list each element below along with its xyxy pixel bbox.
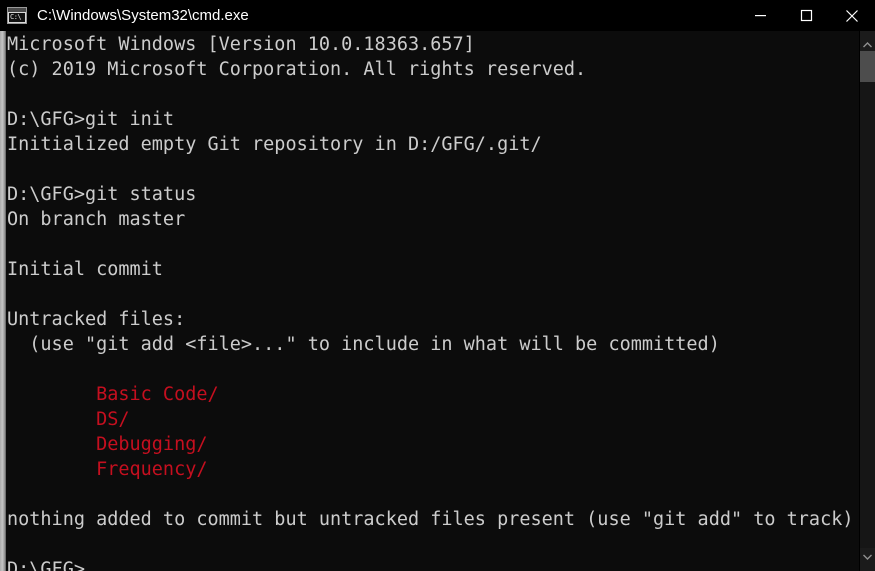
console-line: Debugging/ [7,434,208,455]
scrollbar-thumb[interactable] [860,51,875,82]
close-button[interactable] [829,0,875,31]
close-icon [846,9,858,22]
cmd-window: C:\ C:\Windows\System32\cmd.exe Microsof… [0,0,875,571]
console-line: D:\GFG> [7,559,85,571]
scroll-down-arrow-icon[interactable] [860,548,875,565]
console-output-area[interactable]: Microsoft Windows [Version 10.0.18363.65… [6,31,859,571]
console-line: Basic Code/ [7,384,219,405]
console-line: On branch master [7,209,186,230]
maximize-icon [800,9,812,22]
cmd-console-icon: C:\ [7,6,29,25]
console-line: Untracked files: [7,309,186,330]
console-line: Microsoft Windows [Version 10.0.18363.65… [7,34,475,55]
window-title: C:\Windows\System32\cmd.exe [37,7,249,24]
console-line: nothing added to commit but untracked fi… [7,509,854,530]
console-line: D:\GFG>git status [7,184,197,205]
minimize-button[interactable] [737,0,783,31]
console-line: D:\GFG>git init [7,109,175,130]
window-controls [737,0,875,31]
console-line: Initialized empty Git repository in D:/G… [7,134,542,155]
minimize-icon [754,15,766,17]
console-line: (c) 2019 Microsoft Corporation. All righ… [7,59,587,80]
cmd-icon-prompt-text: C:\ [10,12,22,21]
vertical-scrollbar[interactable] [859,31,875,571]
scrollbar-track[interactable] [860,82,875,548]
console-line: Frequency/ [7,459,208,480]
title-bar[interactable]: C:\ C:\Windows\System32\cmd.exe [0,0,875,31]
maximize-button[interactable] [783,0,829,31]
console-line: DS/ [7,409,130,430]
console-lines: Microsoft Windows [Version 10.0.18363.65… [6,31,859,571]
console-line: (use "git add <file>..." to include in w… [7,334,720,355]
console-line: Initial commit [7,259,163,280]
